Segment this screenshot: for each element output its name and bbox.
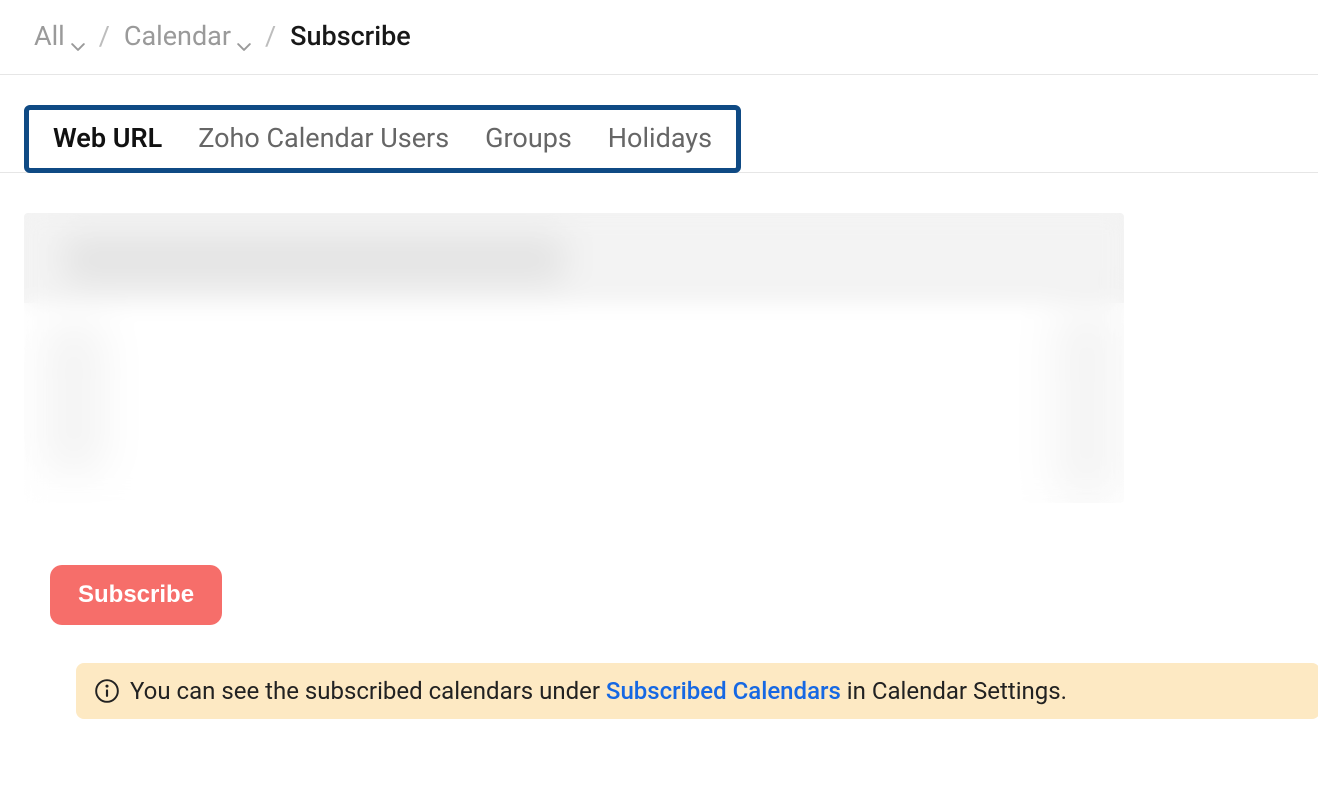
info-text: You can see the subscribed calendars und… xyxy=(130,677,1067,705)
page-title: Subscribe xyxy=(290,20,411,52)
info-banner: You can see the subscribed calendars und… xyxy=(76,663,1318,719)
breadcrumb-item-label: Calendar xyxy=(124,20,231,52)
info-suffix: in Calendar Settings. xyxy=(841,677,1067,705)
breadcrumb: All / Calendar / Subscribe xyxy=(0,0,1318,75)
tab-holidays[interactable]: Holidays xyxy=(608,122,712,154)
info-icon xyxy=(94,678,120,704)
content-area: Subscribe You can see the subscribed cal… xyxy=(0,173,1318,719)
breadcrumb-item-all[interactable]: All xyxy=(34,20,85,52)
subscribed-calendars-link[interactable]: Subscribed Calendars xyxy=(606,677,841,705)
breadcrumb-separator: / xyxy=(265,20,276,52)
breadcrumb-separator: / xyxy=(99,20,110,52)
tab-list: Web URL Zoho Calendar Users Groups Holid… xyxy=(24,105,741,173)
tab-zoho-calendar-users[interactable]: Zoho Calendar Users xyxy=(198,122,449,154)
info-prefix: You can see the subscribed calendars und… xyxy=(130,677,606,705)
tabs-container: Web URL Zoho Calendar Users Groups Holid… xyxy=(0,75,1318,173)
breadcrumb-item-calendar[interactable]: Calendar xyxy=(124,20,251,52)
tab-web-url[interactable]: Web URL xyxy=(53,122,162,154)
chevron-down-icon xyxy=(237,29,251,43)
subscribe-button[interactable]: Subscribe xyxy=(50,565,222,625)
redacted-form-area xyxy=(24,213,1124,503)
breadcrumb-item-label: All xyxy=(34,20,65,52)
chevron-down-icon xyxy=(71,29,85,43)
tab-groups[interactable]: Groups xyxy=(485,122,572,154)
